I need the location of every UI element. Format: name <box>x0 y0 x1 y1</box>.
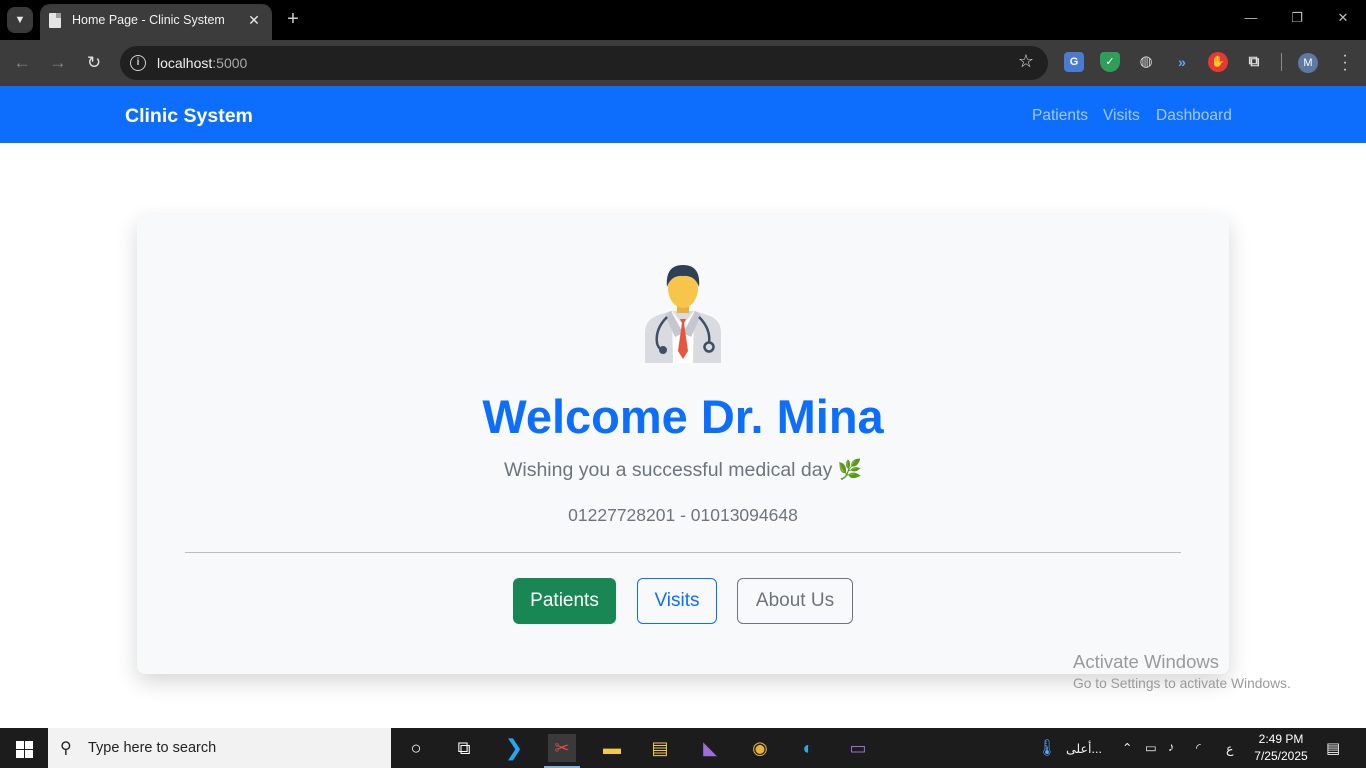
battery-icon[interactable]: ▭ <box>1145 740 1157 755</box>
notifications-icon[interactable]: ▤ <box>1326 739 1340 757</box>
site-info-icon[interactable]: i <box>130 55 146 71</box>
clock-date: 7/25/2025 <box>1254 749 1308 763</box>
stop-hand-extension-icon[interactable]: ✋ <box>1208 52 1228 72</box>
task-view-icon[interactable]: ⧉ <box>450 734 478 762</box>
nav-link-visits[interactable]: Visits <box>1103 107 1140 125</box>
window-close-icon[interactable]: ✕ <box>1328 10 1358 26</box>
taskbar-search-placeholder: Type here to search <box>88 740 217 756</box>
browser-menu-icon[interactable]: · · · <box>1340 48 1350 78</box>
input-language[interactable]: ع <box>1226 741 1233 756</box>
windows-start-icon[interactable] <box>0 728 48 768</box>
back-icon[interactable]: ← <box>11 52 33 74</box>
vscode-icon[interactable]: ❯ <box>500 734 528 762</box>
globe-extension-icon[interactable]: ◍ <box>1136 52 1156 72</box>
forward-icon[interactable]: → <box>47 52 69 74</box>
activate-windows-hint: Go to Settings to activate Windows. <box>1073 676 1291 691</box>
activate-windows-title: Activate Windows <box>1073 651 1219 672</box>
card-divider <box>185 552 1181 553</box>
terminal-icon[interactable]: ▭ <box>844 734 872 762</box>
bookmark-star-icon[interactable]: ☆ <box>1018 51 1034 72</box>
app-icon-active[interactable]: ✂ <box>544 734 580 768</box>
browser-tab[interactable]: Home Page - Clinic System ✕ <box>40 4 272 40</box>
folder-icon[interactable]: ▤ <box>646 734 674 762</box>
page-favicon-icon <box>49 13 61 28</box>
navbar-brand[interactable]: Clinic System <box>125 105 253 128</box>
new-tab-icon[interactable]: + <box>282 8 304 30</box>
network-icon[interactable]: ◜ <box>1196 740 1201 755</box>
tray-chevron-icon[interactable]: ⌃ <box>1122 740 1132 755</box>
shield-extension-icon[interactable]: ✓ <box>1100 52 1120 72</box>
chrome-icon[interactable]: ◉ <box>746 734 774 762</box>
cortana-icon[interactable]: ○ <box>402 734 430 762</box>
search-icon: ⚲ <box>60 740 72 757</box>
visual-studio-icon[interactable]: ◣ <box>696 734 724 762</box>
extensions-puzzle-icon[interactable]: ⧉ <box>1244 52 1264 72</box>
windows-taskbar: ⚲ Type here to search ○ ⧉ ❯ ✂ ▬ ▤ ◣ ◉ ◐ … <box>0 728 1366 768</box>
clock-time: 2:49 PM <box>1258 732 1304 746</box>
welcome-heading: Welcome Dr. Mina <box>482 390 884 443</box>
url-text[interactable]: localhost:5000 <box>157 55 247 71</box>
address-bar[interactable]: i localhost:5000 ☆ <box>120 46 1048 80</box>
welcome-subtitle: Wishing you a successful medical day 🌿 <box>503 459 863 481</box>
reload-icon[interactable]: ↻ <box>83 52 105 74</box>
file-explorer-icon[interactable]: ▬ <box>598 734 626 762</box>
contact-phones: 01227728201 - 01013094648 <box>568 505 798 525</box>
minimize-icon[interactable]: — <box>1236 10 1266 25</box>
restore-icon[interactable]: ❐ <box>1282 10 1312 26</box>
patients-button[interactable]: Patients <box>513 578 616 624</box>
taskbar-search[interactable]: ⚲ Type here to search <box>48 728 391 768</box>
welcome-card: Welcome Dr. Mina Wishing you a successfu… <box>137 215 1229 674</box>
weather-thermometer-icon[interactable]: 🌡 <box>1033 734 1061 762</box>
edge-icon[interactable]: ◐ <box>794 734 822 762</box>
translate-extension-icon[interactable]: G <box>1064 52 1084 72</box>
weather-text[interactable]: أعلى... <box>1066 741 1102 756</box>
browser-toolbar: ← → ↻ i localhost:5000 ☆ G ✓ ◍ » ✋ ⧉ <box>0 40 1366 86</box>
nav-link-dashboard[interactable]: Dashboard <box>1156 107 1232 125</box>
site-navbar: Clinic System Patients Visits Dashboard <box>0 86 1366 143</box>
tab-title: Home Page - Clinic System <box>72 13 225 27</box>
visits-button[interactable]: Visits <box>637 578 717 624</box>
browser-tabstrip: ▼ Home Page - Clinic System ✕ + — ❐ ✕ <box>0 0 1366 40</box>
volume-icon[interactable]: ♪ <box>1168 740 1174 754</box>
toolbar-divider <box>1281 53 1282 71</box>
about-us-button[interactable]: About Us <box>737 578 853 624</box>
nav-link-patients[interactable]: Patients <box>1032 107 1088 125</box>
activate-windows-watermark: Activate Windows Go to Settings to activ… <box>1073 651 1291 691</box>
doctor-icon <box>645 265 721 363</box>
tab-search-icon[interactable]: ▼ <box>7 7 33 33</box>
profile-avatar[interactable]: M <box>1298 53 1318 73</box>
wave-extension-icon[interactable]: » <box>1172 52 1192 72</box>
tab-close-icon[interactable]: ✕ <box>244 10 264 30</box>
taskbar-clock[interactable]: 2:49 PM 7/25/2025 <box>1248 731 1314 765</box>
